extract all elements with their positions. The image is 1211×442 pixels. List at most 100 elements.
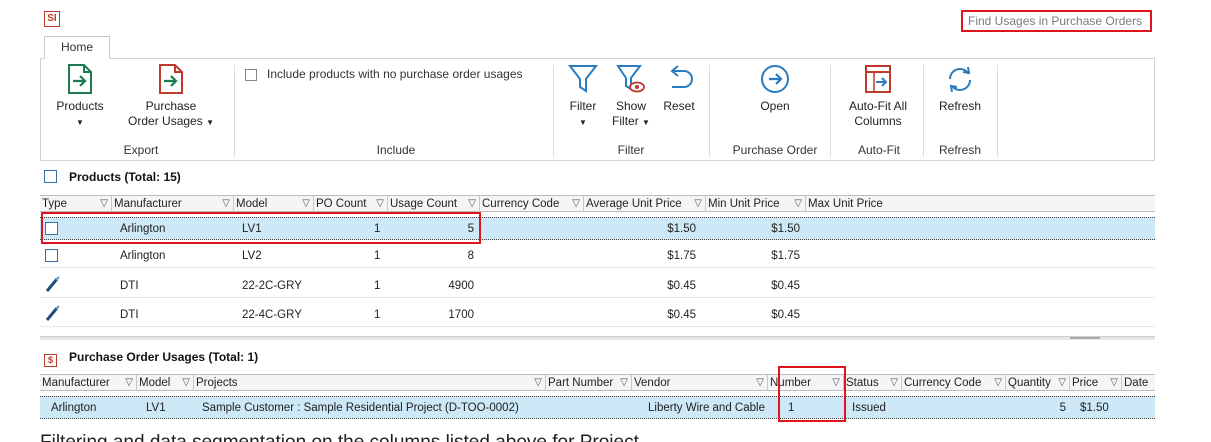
cell-po-count: 1 — [374, 223, 381, 235]
cell-po-count: 1 — [374, 309, 381, 321]
cell-usage-count: 1700 — [448, 309, 474, 321]
filter-icon[interactable]: ▽ — [794, 196, 802, 212]
chevron-down-icon: ▼ — [579, 118, 587, 127]
chevron-down-icon: ▼ — [76, 118, 84, 127]
filter-icon[interactable]: ▽ — [100, 196, 108, 212]
group-label-filter: Filter — [617, 143, 645, 157]
col-header-po-count[interactable]: PO Count ▽ — [314, 196, 388, 212]
export-arrow-icon — [68, 64, 92, 94]
table-row[interactable]: Arlington LV1 Sample Customer : Sample R… — [40, 396, 1155, 419]
col-header-price[interactable]: Price ▽ — [1070, 375, 1122, 391]
table-row[interactable]: DTI 22-4C-GRY 1 1700 $0.45 $0.45 — [40, 304, 1155, 327]
cell-manufacturer: Arlington — [51, 402, 97, 414]
filter-button[interactable]: Filter ▼ — [563, 63, 603, 130]
col-header-usage-count[interactable]: Usage Count ▽ — [388, 196, 480, 212]
cell-po-count: 1 — [374, 280, 381, 292]
cell-status: Issued — [852, 402, 886, 414]
col-header-number[interactable]: Number ▽ — [768, 375, 844, 391]
products-grid: Type ▽ Manufacturer ▽ Model ▽ PO Count ▽ Usa… — [40, 195, 1155, 335]
cell-min-price: $1.75 — [771, 250, 800, 262]
group-label-export: Export — [123, 143, 159, 157]
cell-manufacturer: DTI — [120, 309, 139, 321]
col-header-min-unit-price[interactable]: Min Unit Price ▽ — [706, 196, 806, 212]
ribbon-separator — [923, 65, 924, 157]
cell-model: LV1 — [242, 223, 262, 235]
cell-price: $1.50 — [1080, 402, 1109, 414]
usages-grid: Manufacturer ▽ Model ▽ Projects ▽ Part Numb… — [40, 374, 1155, 424]
group-label-purchase-order: Purchase Order — [732, 143, 818, 157]
col-header-currency-code[interactable]: Currency Code ▽ — [902, 375, 1006, 391]
col-header-manufacturer[interactable]: Manufacturer ▽ — [112, 196, 234, 212]
filter-icon[interactable]: ▽ — [468, 196, 476, 212]
filter-icon[interactable]: ▽ — [534, 375, 542, 391]
reset-label: Reset — [663, 99, 695, 113]
app-icon: SI — [44, 11, 60, 27]
cell-quantity: 5 — [1059, 402, 1066, 414]
cell-manufacturer: Arlington — [120, 250, 166, 262]
col-header-quantity[interactable]: Quantity ▽ — [1006, 375, 1070, 391]
filter-icon[interactable]: ▽ — [1058, 375, 1066, 391]
product-box-icon — [45, 222, 58, 244]
filter-icon[interactable]: ▽ — [302, 196, 310, 212]
table-row[interactable]: DTI 22-2C-GRY 1 4900 $0.45 $0.45 — [40, 275, 1155, 298]
filter-icon[interactable]: ▽ — [376, 196, 384, 212]
ribbon-separator — [234, 65, 235, 157]
col-header-projects[interactable]: Projects ▽ — [194, 375, 546, 391]
cell-usage-count: 5 — [467, 223, 474, 235]
col-header-model[interactable]: Model ▽ — [234, 196, 314, 212]
col-header-type[interactable]: Type ▽ — [40, 196, 112, 212]
filter-icon[interactable]: ▽ — [994, 375, 1002, 391]
cell-model: 22-2C-GRY — [242, 280, 302, 292]
include-no-usage-label: Include products with no purchase order … — [267, 67, 523, 81]
col-header-model[interactable]: Model ▽ — [137, 375, 194, 391]
col-header-max-unit-price[interactable]: Max Unit Price — [806, 196, 1155, 212]
col-header-part-number[interactable]: Part Number ▽ — [546, 375, 632, 391]
chevron-down-icon: ▼ — [642, 118, 650, 127]
splitter-handle[interactable] — [40, 336, 1155, 340]
cell-avg-price: $0.45 — [667, 280, 696, 292]
filter-icon[interactable]: ▽ — [756, 375, 764, 391]
splitter-grip[interactable] — [1070, 337, 1100, 339]
show-filter-label-2: Filter — [612, 114, 639, 128]
show-filter-button[interactable]: Show Filter ▼ — [607, 63, 655, 130]
filter-icon[interactable]: ▽ — [1110, 375, 1118, 391]
col-header-date[interactable]: Date — [1122, 375, 1155, 391]
open-button[interactable]: Open — [743, 63, 807, 114]
filter-icon[interactable]: ▽ — [182, 375, 190, 391]
filter-icon[interactable]: ▽ — [694, 196, 702, 212]
group-label-refresh: Refresh — [938, 143, 982, 157]
show-filter-label-1: Show — [615, 99, 647, 113]
col-header-status[interactable]: Status ▽ — [844, 375, 902, 391]
filter-icon[interactable]: ▽ — [125, 375, 133, 391]
product-box-icon — [44, 170, 57, 183]
po-usages-label-2: Order Usages — [128, 114, 203, 128]
chevron-down-icon: ▼ — [206, 118, 214, 127]
table-row[interactable]: Arlington LV2 1 8 $1.75 $1.75 — [40, 245, 1155, 268]
col-header-vendor[interactable]: Vendor ▽ — [632, 375, 768, 391]
filter-label: Filter — [569, 99, 597, 113]
open-icon — [761, 65, 789, 93]
show-filter-icon — [616, 65, 645, 93]
export-products-button[interactable]: Products ▼ — [51, 63, 109, 130]
table-row[interactable]: Arlington LV1 1 5 $1.50 $1.50 — [40, 217, 1155, 240]
tab-home[interactable]: Home — [44, 36, 110, 59]
reset-button[interactable]: Reset — [659, 63, 699, 114]
col-header-currency-code[interactable]: Currency Code ▽ — [480, 196, 584, 212]
col-header-manufacturer[interactable]: Manufacturer ▽ — [40, 375, 137, 391]
export-po-usages-button[interactable]: Purchase Order Usages ▼ — [125, 63, 217, 130]
cell-min-price: $1.50 — [771, 223, 800, 235]
cell-model: LV1 — [146, 402, 166, 414]
filter-icon[interactable]: ▽ — [890, 375, 898, 391]
filter-icon[interactable]: ▽ — [572, 196, 580, 212]
window-title: Find Usages in Purchase Orders — [961, 10, 1152, 32]
refresh-button[interactable]: Refresh — [931, 63, 989, 114]
include-no-usage-checkbox[interactable] — [245, 69, 257, 81]
filter-icon[interactable]: ▽ — [832, 375, 840, 391]
col-header-avg-unit-price[interactable]: Average Unit Price ▽ — [584, 196, 706, 212]
filter-icon — [568, 65, 598, 93]
cell-manufacturer: DTI — [120, 280, 139, 292]
filter-icon[interactable]: ▽ — [222, 196, 230, 212]
autofit-columns-button[interactable]: Auto-Fit All Columns — [839, 63, 917, 129]
filter-icon[interactable]: ▽ — [620, 375, 628, 391]
refresh-label: Refresh — [938, 99, 982, 113]
